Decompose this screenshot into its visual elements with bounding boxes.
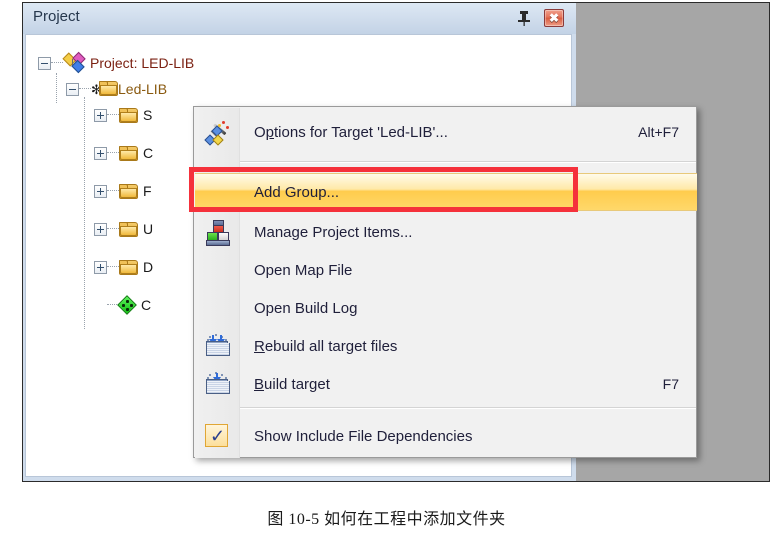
- menu-icon-empty: [195, 173, 239, 211]
- target-icon: ✻: [91, 81, 118, 97]
- menu-separator: [240, 407, 696, 409]
- tree-row[interactable]: ✻ Led-LIB: [66, 77, 167, 101]
- menu-item-label: Open Map File: [254, 261, 353, 279]
- tree-connector: [79, 88, 91, 90]
- menu-item-rebuild-all-target-files[interactable]: Rebuild all target files: [195, 327, 697, 365]
- menu-separator: [240, 161, 696, 163]
- tree-item-label: F: [143, 183, 152, 199]
- tree-connector: [51, 62, 63, 64]
- tree-expander-expand-icon[interactable]: [94, 146, 107, 160]
- tree-item-label: Project: LED-LIB: [90, 55, 195, 71]
- blocks-icon: [195, 213, 239, 251]
- magic-wand-icon: [195, 113, 239, 151]
- tree-row[interactable]: C: [94, 293, 151, 317]
- tree-row[interactable]: C: [94, 141, 153, 165]
- menu-item-shortcut: F7: [662, 376, 679, 392]
- pin-icon[interactable]: [517, 10, 531, 26]
- tree-connector: [107, 190, 119, 192]
- folder-icon: [119, 183, 138, 199]
- tree-expander-expand-icon[interactable]: [94, 222, 107, 236]
- menu-item-label: Add Group...: [254, 183, 340, 201]
- menu-item-shortcut: Alt+F7: [638, 124, 679, 140]
- rebuild-icon: [195, 327, 239, 365]
- menu-item-open-build-log[interactable]: Open Build Log: [195, 289, 697, 327]
- tree-connector: [107, 228, 119, 230]
- menu-item-label: Open Build Log: [254, 299, 358, 317]
- folder-icon: [119, 107, 138, 123]
- tree-expander-collapse-icon[interactable]: [38, 56, 51, 70]
- tree-row[interactable]: U: [94, 217, 153, 241]
- project-icon: [62, 51, 86, 74]
- tree-item-label: C: [141, 297, 152, 313]
- close-icon: ✖: [548, 11, 560, 25]
- close-button[interactable]: ✖: [544, 9, 564, 27]
- tree-expander-expand-icon[interactable]: [94, 184, 107, 198]
- tree-expander-expand-icon[interactable]: [94, 108, 107, 122]
- menu-item-options-for-target[interactable]: Options for Target 'Led-LIB'... Alt+F7: [195, 113, 697, 151]
- context-menu: Options for Target 'Led-LIB'... Alt+F7 A…: [193, 106, 697, 458]
- tree-row[interactable]: F: [94, 179, 152, 203]
- menu-item-label: Show Include File Dependencies: [254, 427, 473, 445]
- menu-item-add-group[interactable]: Add Group...: [195, 173, 697, 211]
- tree-item-label: Led-LIB: [118, 81, 168, 97]
- folder-icon: [119, 221, 138, 237]
- project-panel-titlebar: Project ✖: [23, 3, 576, 34]
- folder-icon: [119, 145, 138, 161]
- build-icon: [195, 365, 239, 403]
- tree-connector: [107, 114, 119, 116]
- tree-connector: [84, 97, 85, 329]
- tree-expander-collapse-icon[interactable]: [66, 82, 79, 96]
- menu-item-build-target[interactable]: Build target F7: [195, 365, 697, 403]
- tree-connector: [56, 73, 57, 103]
- menu-icon-empty: [195, 251, 239, 289]
- panel-title: Project: [33, 8, 80, 25]
- tree-connector: [107, 266, 119, 268]
- tree-row[interactable]: Project: LED-LIB: [38, 51, 194, 75]
- tree-expander-expand-icon[interactable]: [94, 260, 107, 274]
- menu-item-manage-project-items[interactable]: Manage Project Items...: [195, 213, 697, 251]
- figure-caption: 图 10-5 如何在工程中添加文件夹: [267, 511, 506, 528]
- checkbox-checked-icon[interactable]: ✓: [195, 417, 239, 455]
- tree-connector: [107, 152, 119, 154]
- ide-window: Project ✖ Project: LED-LIB ✻ Led-LIB S C…: [22, 2, 770, 482]
- menu-item-label: Build target: [254, 375, 330, 393]
- menu-item-label: Rebuild all target files: [254, 337, 398, 355]
- tree-row[interactable]: D: [94, 255, 153, 279]
- green-diamond-icon: [117, 294, 137, 315]
- menu-item-label: Options for Target 'Led-LIB'...: [254, 123, 448, 141]
- tree-item-label: U: [143, 221, 154, 237]
- tree-item-label: D: [143, 259, 154, 275]
- tree-item-label: S: [143, 107, 153, 123]
- menu-item-label: Manage Project Items...: [254, 223, 413, 241]
- menu-icon-empty: [195, 289, 239, 327]
- menu-item-show-include-file-dependencies[interactable]: ✓ Show Include File Dependencies: [195, 417, 697, 455]
- tree-row[interactable]: S: [94, 103, 152, 127]
- folder-icon: [119, 259, 138, 275]
- menu-item-open-map-file[interactable]: Open Map File: [195, 251, 697, 289]
- tree-item-label: C: [143, 145, 154, 161]
